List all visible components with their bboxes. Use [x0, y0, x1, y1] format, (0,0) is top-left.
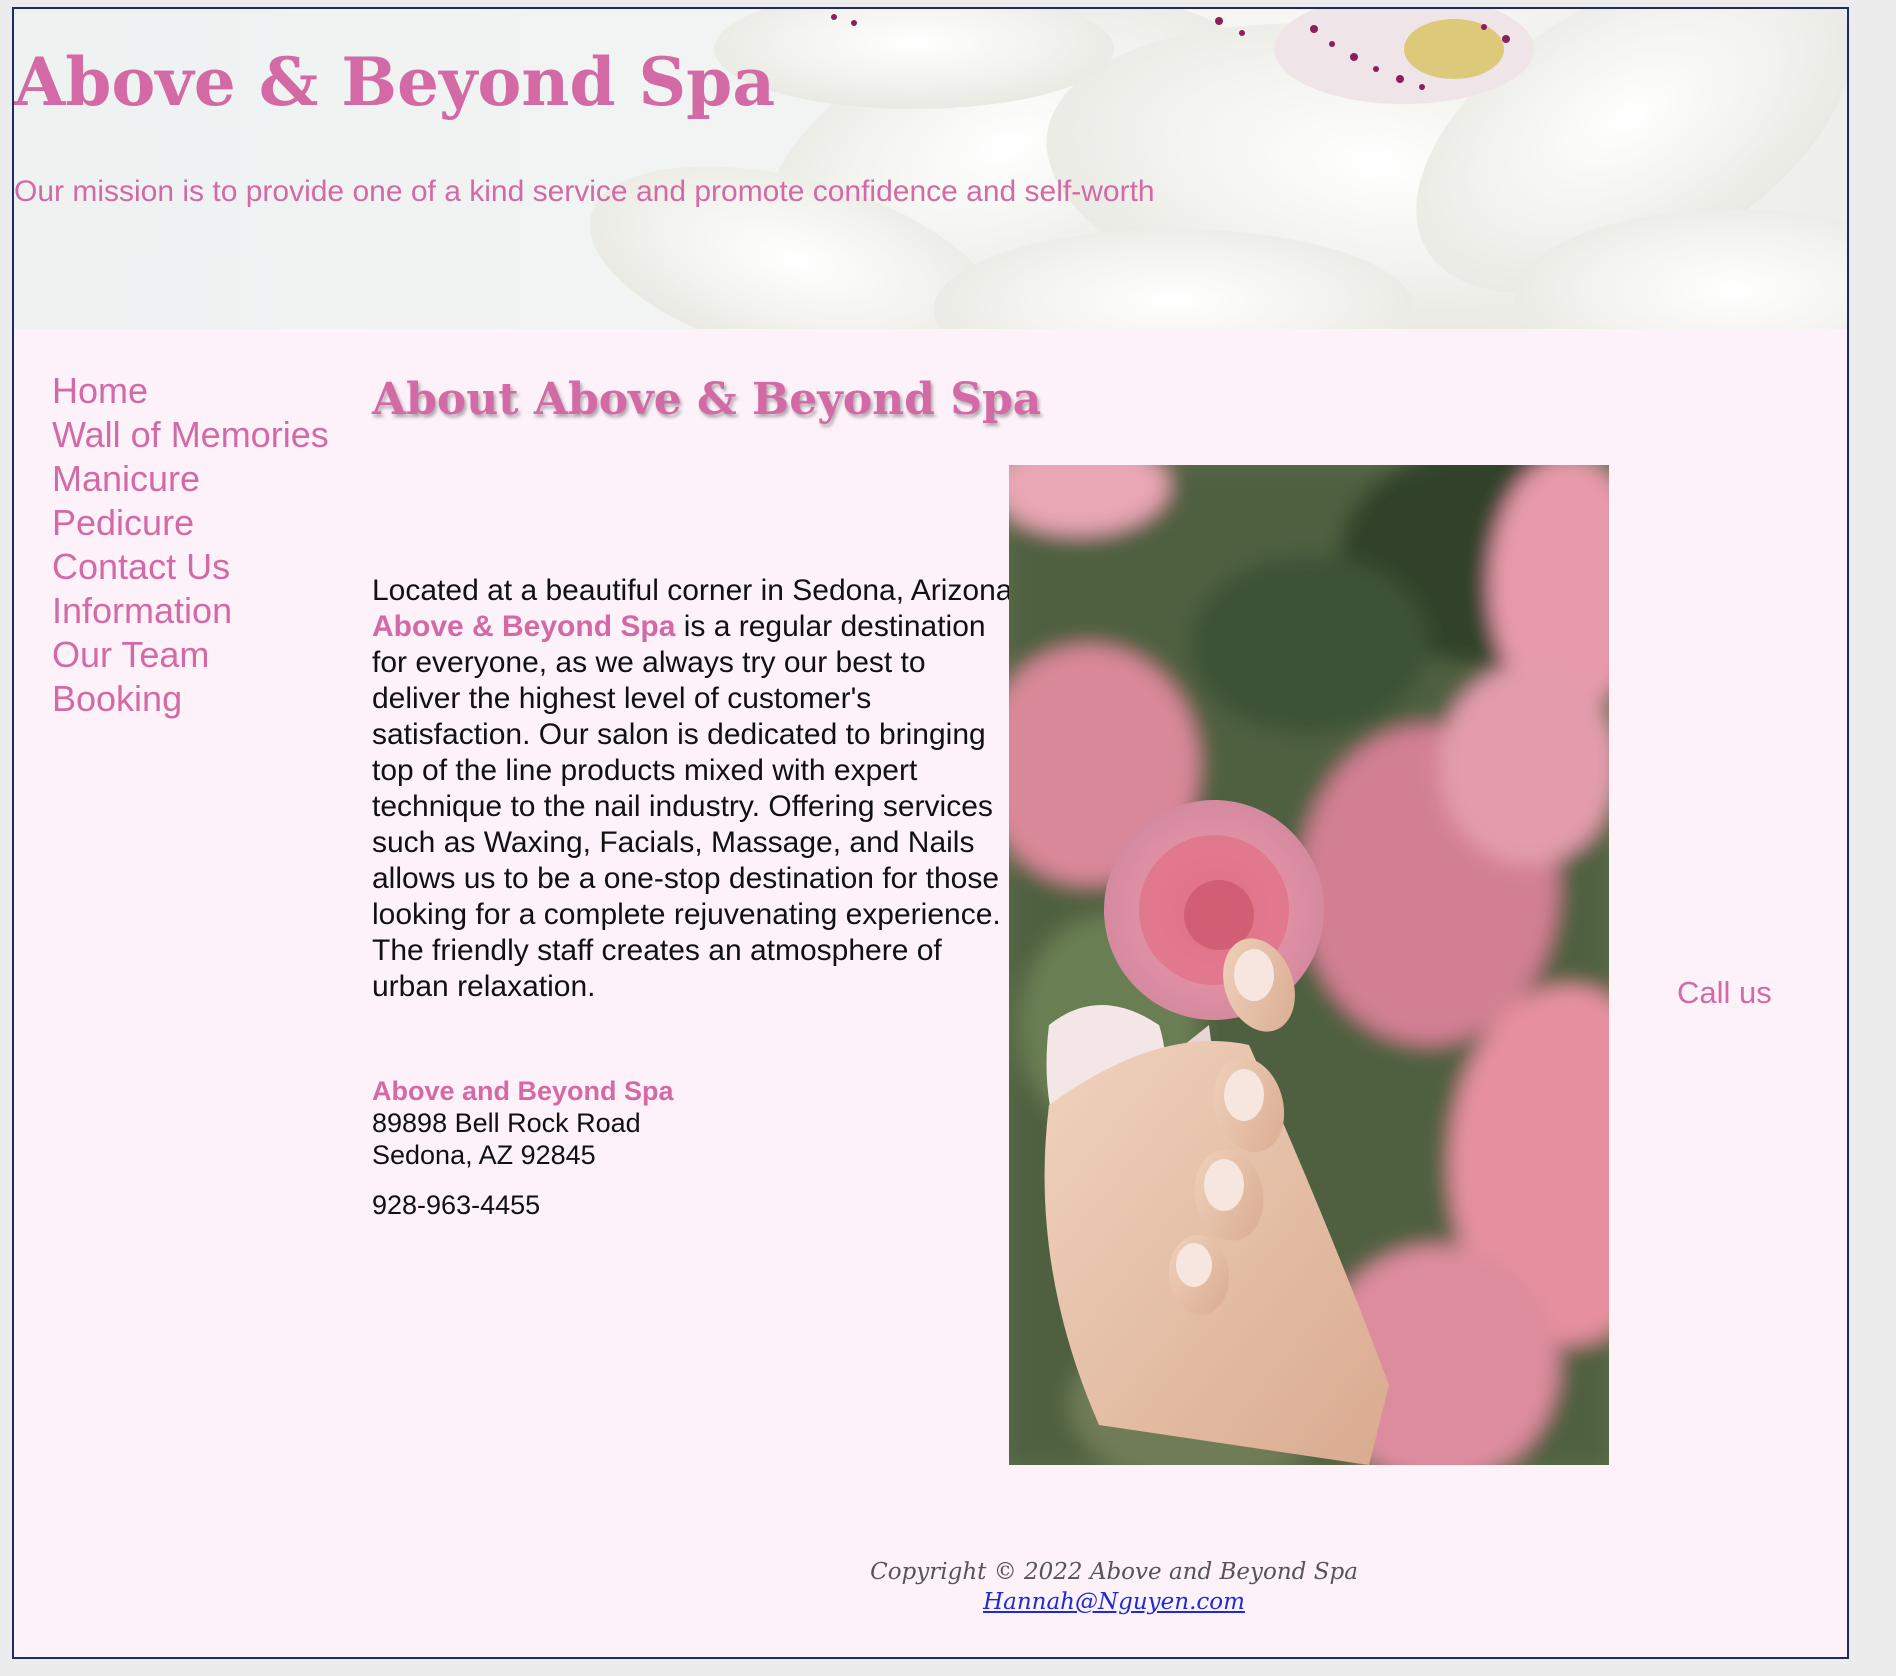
nav-information-link[interactable]: Information — [52, 589, 329, 633]
email-link[interactable]: Hannah@Nguyen.com — [983, 1589, 1245, 1615]
about-text-intro: Located at a beautiful corner in Sedona,… — [372, 574, 1021, 607]
address-street: 89898 Bell Rock Road — [372, 1108, 641, 1138]
about-text-body: is a regular destination for everyone, a… — [372, 610, 1001, 1003]
nav-home-link[interactable]: Home — [52, 369, 329, 413]
manicure-flower-photo — [1009, 465, 1609, 1465]
nav-wall-of-memories-link[interactable]: Wall of Memories — [52, 413, 329, 457]
copyright-text: Copyright © 2022 Above and Beyond Spa — [870, 1559, 1358, 1585]
main-nav: Home Wall of Memories Manicure Pedicure … — [52, 369, 329, 721]
mission-statement: Our mission is to provide one of a kind … — [14, 175, 1155, 208]
about-spa-name: Above & Beyond Spa — [372, 610, 676, 643]
page-wrapper: Above & Beyond Spa Our mission is to pro… — [12, 7, 1849, 1659]
site-header: Above & Beyond Spa Our mission is to pro… — [14, 9, 1847, 329]
nav-contact-us-link[interactable]: Contact Us — [52, 545, 329, 589]
address-block: Above and Beyond Spa 89898 Bell Rock Roa… — [372, 1075, 972, 1221]
about-heading: About Above & Beyond Spa — [372, 374, 1042, 425]
phone-number: 928-963-4455 — [372, 1190, 541, 1220]
about-paragraph: Located at a beautiful corner in Sedona,… — [372, 573, 1022, 1005]
call-us-link[interactable]: Call us — [1677, 975, 1772, 1011]
address-business-name: Above and Beyond Spa — [372, 1076, 674, 1106]
site-title: Above & Beyond Spa — [14, 43, 776, 121]
nav-pedicure-link[interactable]: Pedicure — [52, 501, 329, 545]
nav-manicure-link[interactable]: Manicure — [52, 457, 329, 501]
address-city: Sedona, AZ 92845 — [372, 1140, 596, 1170]
footer: Copyright © 2022 Above and Beyond Spa Ha… — [714, 1557, 1514, 1617]
nav-booking-link[interactable]: Booking — [52, 677, 329, 721]
nav-our-team-link[interactable]: Our Team — [52, 633, 329, 677]
